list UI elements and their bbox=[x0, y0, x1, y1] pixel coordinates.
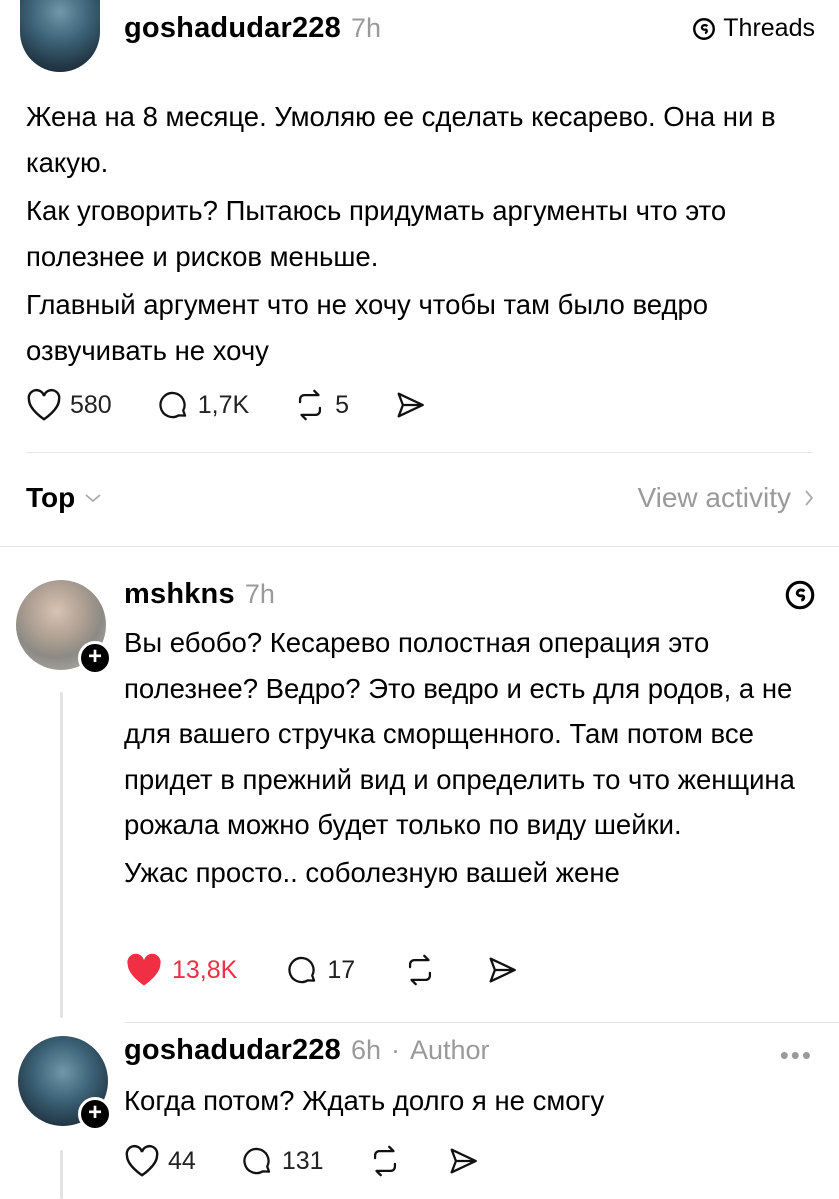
share-button[interactable] bbox=[446, 1144, 480, 1178]
comment-paragraph: Вы ебобо? Кесарево полостная операция эт… bbox=[124, 627, 795, 840]
divider bbox=[26, 452, 813, 453]
meta-separator: · bbox=[391, 1035, 400, 1065]
comment-header: goshadudar228 6h · Author bbox=[124, 1034, 490, 1067]
threads-brand-label: Threads bbox=[723, 14, 815, 42]
repost-count: 5 bbox=[335, 390, 350, 419]
heart-icon bbox=[125, 1144, 159, 1177]
share-button[interactable] bbox=[485, 953, 519, 987]
thread-line bbox=[60, 692, 63, 1018]
comment-paragraph: Ужас просто.. соболезную вашей жене bbox=[124, 856, 620, 888]
comment-body: Когда потом? Ждать долго я не смогу bbox=[124, 1078, 820, 1124]
repost-button[interactable] bbox=[368, 1144, 402, 1178]
divider bbox=[124, 1022, 839, 1023]
share-button[interactable] bbox=[393, 388, 427, 422]
reply-count: 131 bbox=[281, 1146, 324, 1175]
repost-button[interactable] bbox=[403, 953, 437, 987]
comment-header: mshkns 7h bbox=[124, 578, 275, 611]
thread-line bbox=[60, 1150, 63, 1199]
comment-actions: 44 131 bbox=[124, 1144, 480, 1178]
like-count: 44 bbox=[168, 1146, 196, 1175]
follow-plus-icon[interactable]: + bbox=[78, 641, 112, 675]
post-actions: 580 1,7K 5 bbox=[26, 388, 427, 422]
repost-icon bbox=[373, 1145, 396, 1177]
repost-icon bbox=[409, 954, 432, 986]
post-header: goshadudar228 7h bbox=[124, 12, 381, 45]
comment-icon bbox=[159, 391, 186, 419]
comment-username[interactable]: mshkns bbox=[124, 578, 235, 611]
like-button[interactable]: 44 bbox=[124, 1144, 196, 1178]
post-paragraph: Жена на 8 месяце. Умоляю ее сделать кеса… bbox=[26, 101, 776, 178]
reply-count: 17 bbox=[327, 955, 356, 984]
heart-icon bbox=[27, 388, 61, 421]
reply-button[interactable]: 1,7K bbox=[156, 388, 249, 422]
view-activity-link[interactable]: View activity bbox=[637, 482, 815, 514]
repost-icon bbox=[299, 389, 322, 421]
comment-paragraph: Когда потом? Ждать долго я не смогу bbox=[124, 1085, 605, 1116]
comment-username[interactable]: goshadudar228 bbox=[124, 1034, 341, 1067]
post-paragraph: Главный аргумент что не хочу чтобы там б… bbox=[26, 289, 709, 366]
send-icon bbox=[450, 1148, 477, 1174]
heart-filled-icon bbox=[127, 953, 161, 986]
like-button[interactable]: 13,8K bbox=[124, 952, 237, 988]
sort-dropdown[interactable]: Top bbox=[26, 482, 103, 514]
repost-button[interactable]: 5 bbox=[293, 388, 349, 422]
post-paragraph: Как уговорить? Пытаюсь придумать аргумен… bbox=[26, 195, 727, 272]
send-icon bbox=[489, 957, 517, 983]
post-username[interactable]: goshadudar228 bbox=[124, 12, 341, 45]
like-count: 13,8K bbox=[172, 955, 238, 984]
chevron-right-icon bbox=[805, 490, 814, 506]
chevron-down-icon bbox=[85, 494, 101, 503]
like-button[interactable]: 580 bbox=[26, 388, 112, 422]
reply-button[interactable]: 17 bbox=[285, 953, 355, 987]
comment-icon bbox=[288, 956, 316, 984]
reply-button[interactable]: 131 bbox=[240, 1144, 324, 1178]
avatar[interactable] bbox=[20, 0, 100, 72]
threads-logo-icon bbox=[785, 580, 815, 610]
reply-count: 1,7K bbox=[197, 390, 250, 419]
threads-brand: Threads bbox=[691, 14, 815, 43]
follow-plus-icon[interactable]: + bbox=[78, 1097, 112, 1131]
view-activity-label: View activity bbox=[637, 482, 791, 513]
author-tag: Author bbox=[410, 1035, 490, 1065]
post-time: 7h bbox=[350, 13, 381, 43]
comment-time: 6h bbox=[350, 1035, 381, 1065]
comment-icon bbox=[243, 1147, 270, 1175]
comment-time: 7h bbox=[244, 579, 275, 609]
sort-label: Top bbox=[26, 482, 76, 513]
post-body: Жена на 8 месяце. Умоляю ее сделать кеса… bbox=[26, 94, 816, 374]
more-options-icon[interactable]: ••• bbox=[780, 1040, 813, 1071]
threads-logo-icon bbox=[693, 17, 716, 40]
divider bbox=[0, 546, 839, 547]
like-count: 580 bbox=[70, 390, 112, 419]
comment-body: Вы ебобо? Кесарево полостная операция эт… bbox=[124, 620, 820, 895]
comment-actions: 13,8K 17 bbox=[124, 952, 519, 988]
send-icon bbox=[397, 392, 424, 418]
